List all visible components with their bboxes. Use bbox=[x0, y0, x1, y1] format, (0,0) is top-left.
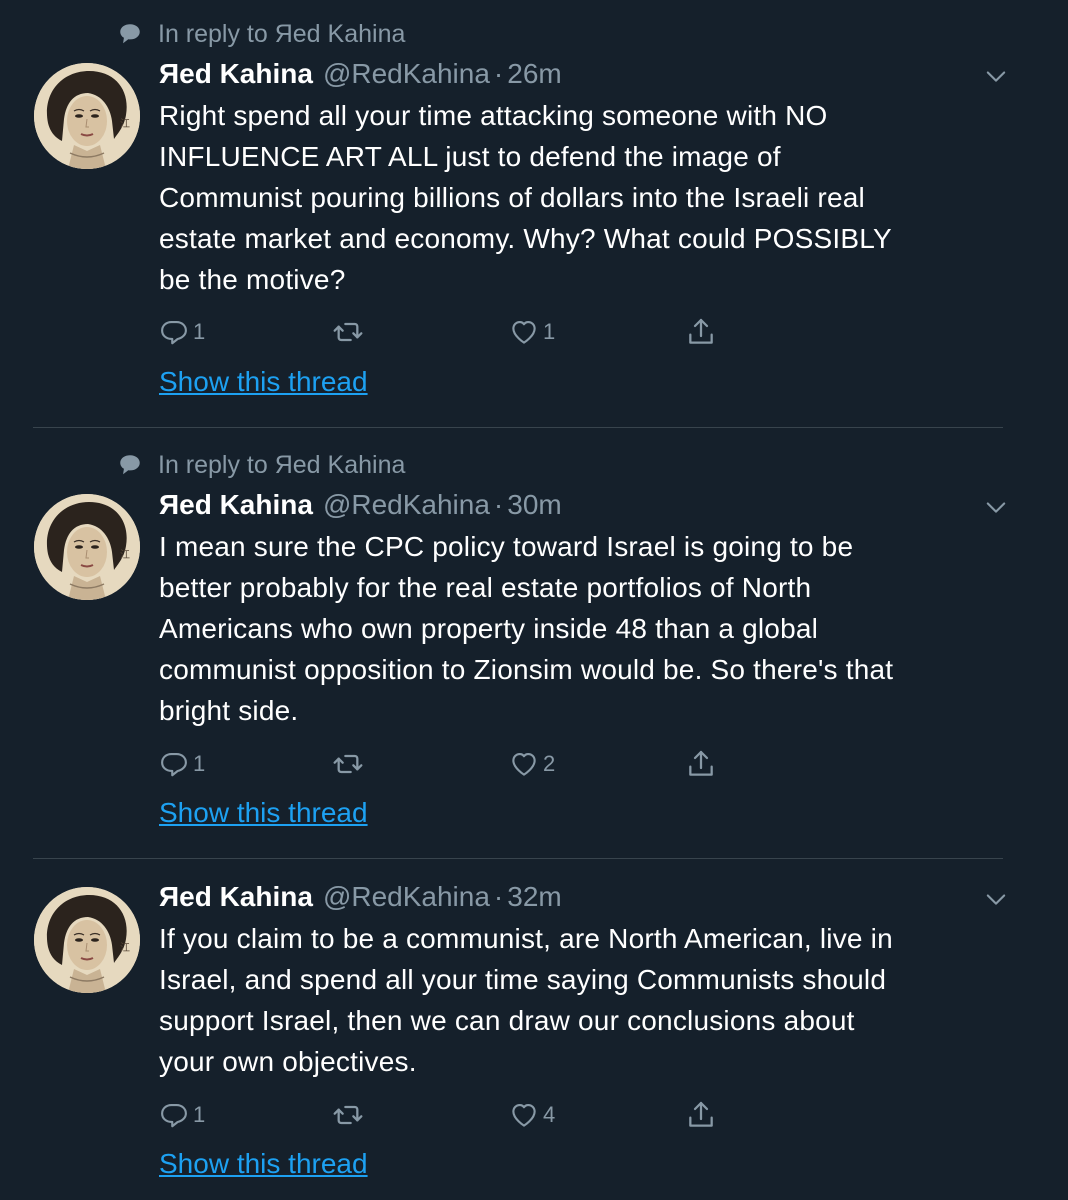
like-count: 2 bbox=[543, 751, 556, 776]
reply-context: In reply to Яed Kahina bbox=[116, 449, 405, 481]
tweet-text-line: support Israel, then we can draw our con… bbox=[159, 1005, 855, 1036]
avatar[interactable]: 江 bbox=[34, 494, 140, 600]
like-count: 4 bbox=[543, 1102, 556, 1127]
share-icon bbox=[685, 1099, 717, 1131]
tweet-text-line: better probably for the real estate port… bbox=[159, 572, 812, 603]
retweet-button[interactable] bbox=[332, 314, 368, 350]
reply-context: In reply to Яed Kahina bbox=[116, 18, 405, 50]
reply-context-text: In reply to Яed Kahina bbox=[158, 450, 406, 479]
display-name[interactable]: Яed Kahina bbox=[159, 489, 313, 521]
reply-bubble-icon bbox=[116, 451, 144, 479]
chevron-down-icon[interactable] bbox=[982, 62, 1010, 90]
timestamp[interactable]: 32m bbox=[507, 881, 561, 913]
separator-dot: · bbox=[493, 489, 504, 520]
timestamp[interactable]: 26m bbox=[507, 58, 561, 90]
reply-count: 1 bbox=[193, 319, 206, 344]
reply-context-text: In reply to Яed Kahina bbox=[158, 19, 406, 48]
retweet-icon bbox=[332, 316, 364, 348]
tweet-header: Яed Kahina @RedKahina · 30m bbox=[159, 487, 562, 523]
reply-button[interactable]: 1 bbox=[159, 1097, 205, 1133]
share-button[interactable] bbox=[685, 1097, 717, 1133]
like-button[interactable]: 4 bbox=[509, 1097, 555, 1133]
avatar-seal: 江 bbox=[120, 550, 130, 561]
retweet-button[interactable] bbox=[332, 746, 368, 782]
retweet-icon bbox=[332, 1099, 364, 1131]
tweet-text-line: Communist pouring billions of dollars in… bbox=[159, 182, 865, 213]
tweet-text-line: communist opposition to Zionsim would be… bbox=[159, 654, 894, 685]
like-button[interactable]: 2 bbox=[509, 746, 555, 782]
heart-icon bbox=[509, 749, 539, 779]
show-thread-link[interactable]: Show this thread bbox=[159, 1148, 368, 1180]
tweet-text-line: I mean sure the CPC policy toward Israel… bbox=[159, 531, 854, 562]
like-button[interactable]: 1 bbox=[509, 314, 555, 350]
like-count: 1 bbox=[543, 319, 556, 344]
display-name[interactable]: Яed Kahina bbox=[159, 881, 313, 913]
tweet-text: Right spend all your time attacking some… bbox=[159, 95, 1019, 300]
show-thread-link[interactable]: Show this thread bbox=[159, 366, 368, 398]
tweet-text-line: Right spend all your time attacking some… bbox=[159, 100, 828, 131]
share-button[interactable] bbox=[685, 746, 717, 782]
share-icon bbox=[685, 316, 717, 348]
tweet-header: Яed Kahina @RedKahina · 32m bbox=[159, 879, 562, 915]
user-handle[interactable]: @RedKahina bbox=[323, 58, 490, 90]
heart-icon bbox=[509, 317, 539, 347]
tweet-text-line: bright side. bbox=[159, 695, 299, 726]
tweet-text-line: INFLUENCE ART ALL just to defend the ima… bbox=[159, 141, 781, 172]
user-handle[interactable]: @RedKahina bbox=[323, 881, 490, 913]
tweet-text-line: If you claim to be a communist, are Nort… bbox=[159, 923, 893, 954]
show-thread-link[interactable]: Show this thread bbox=[159, 797, 368, 829]
heart-icon bbox=[509, 1100, 539, 1130]
tweet-text-line: Americans who own property inside 48 tha… bbox=[159, 613, 819, 644]
tweet-text-line: Israel, and spend all your time saying C… bbox=[159, 964, 887, 995]
display-name[interactable]: Яed Kahina bbox=[159, 58, 313, 90]
avatar[interactable]: 江 bbox=[34, 887, 140, 993]
tweet-text: If you claim to be a communist, are Nort… bbox=[159, 918, 1019, 1082]
reply-button[interactable]: 1 bbox=[159, 746, 205, 782]
tweet-header: Яed Kahina @RedKahina · 26m bbox=[159, 56, 562, 92]
share-icon bbox=[685, 748, 717, 780]
tweet-text-line: your own objectives. bbox=[159, 1046, 417, 1077]
tweet-text: I mean sure the CPC policy toward Israel… bbox=[159, 526, 1019, 731]
share-button[interactable] bbox=[685, 314, 717, 350]
avatar-seal: 江 bbox=[120, 943, 130, 954]
divider bbox=[33, 858, 1003, 859]
separator-dot: · bbox=[493, 58, 504, 89]
comment-icon bbox=[159, 317, 189, 347]
tweet-actions: 1 1 bbox=[159, 314, 759, 350]
retweet-icon bbox=[332, 748, 364, 780]
reply-button[interactable]: 1 bbox=[159, 314, 205, 350]
separator-dot: · bbox=[493, 881, 504, 912]
timestamp[interactable]: 30m bbox=[507, 489, 561, 521]
divider bbox=[33, 427, 1003, 428]
avatar-seal: 江 bbox=[120, 119, 130, 130]
avatar[interactable]: 江 bbox=[34, 63, 140, 169]
reply-bubble-icon bbox=[116, 20, 144, 48]
reply-count: 1 bbox=[193, 751, 206, 776]
comment-icon bbox=[159, 1100, 189, 1130]
tweet-text-line: estate market and economy. Why? What cou… bbox=[159, 223, 892, 254]
chevron-down-icon[interactable] bbox=[982, 493, 1010, 521]
comment-icon bbox=[159, 749, 189, 779]
tweet-text-line: be the motive? bbox=[159, 264, 346, 295]
user-handle[interactable]: @RedKahina bbox=[323, 489, 490, 521]
retweet-button[interactable] bbox=[332, 1097, 368, 1133]
tweet-actions: 1 2 bbox=[159, 746, 759, 782]
chevron-down-icon[interactable] bbox=[982, 885, 1010, 913]
reply-count: 1 bbox=[193, 1102, 206, 1127]
tweet-actions: 1 4 bbox=[159, 1097, 759, 1133]
